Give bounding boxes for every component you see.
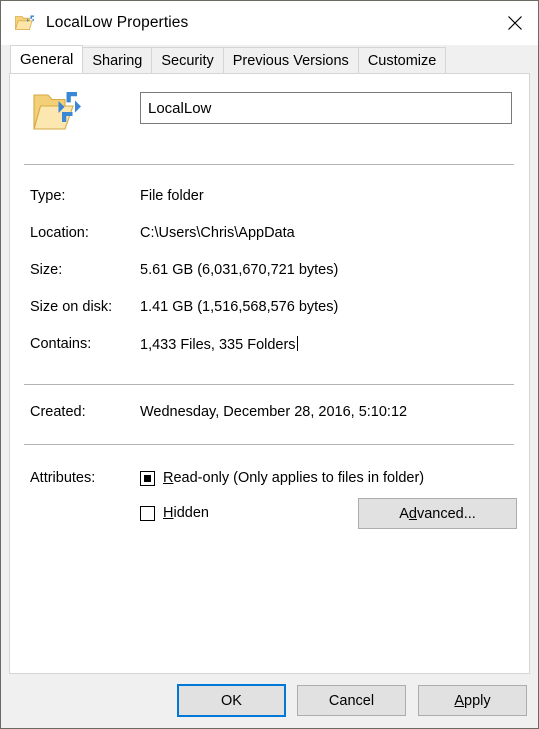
property-label: Size:: [30, 262, 63, 278]
cancel-button[interactable]: Cancel: [297, 685, 406, 716]
advanced-button[interactable]: Advanced...: [358, 498, 517, 529]
general-tab-panel: Type: File folder Location: C:\Users\Chr…: [9, 73, 530, 674]
close-glyph: [508, 16, 522, 30]
apply-button[interactable]: Apply: [418, 685, 527, 716]
accelerator-char: R: [163, 470, 174, 486]
tab-label: General: [20, 51, 74, 68]
tab-sharing[interactable]: Sharing: [82, 47, 153, 73]
property-row-size: Size: 5.61 GB (6,031,670,721 bytes): [10, 262, 529, 284]
separator-2: [24, 384, 514, 385]
label-post: vanced...: [416, 505, 476, 522]
label-rest: pply: [464, 692, 491, 709]
property-value: Wednesday, December 28, 2016, 5:10:12: [140, 404, 408, 420]
readonly-checkbox-label: Read-only (Only applies to files in fold…: [163, 470, 424, 486]
title-bar: LocalLow Properties: [1, 1, 538, 45]
separator-3: [24, 444, 514, 445]
property-row-type: Type: File folder: [10, 188, 529, 210]
accelerator-char: d: [408, 505, 417, 522]
property-row-size-on-disk: Size on disk: 1.41 GB (1,516,568,576 byt…: [10, 299, 529, 321]
label-rest: ead-only (Only applies to files in folde…: [173, 470, 425, 486]
text-caret: [296, 336, 298, 351]
tab-label: Security: [161, 52, 214, 69]
property-label: Type:: [30, 188, 66, 204]
property-value: C:\Users\Chris\AppData: [140, 225, 295, 241]
label-rest: idden: [173, 505, 209, 521]
separator-1: [24, 164, 514, 165]
folder-name-input[interactable]: [140, 92, 512, 124]
cancel-button-label: Cancel: [328, 692, 375, 709]
folder-compressed-icon: [14, 15, 35, 30]
tab-label: Previous Versions: [232, 52, 349, 69]
property-value: File folder: [140, 188, 204, 204]
property-row-created: Created: Wednesday, December 28, 2016, 5…: [10, 404, 529, 426]
folder-compressed-icon: [33, 92, 81, 130]
ok-button-label: OK: [221, 692, 242, 709]
property-label: Created:: [30, 404, 86, 420]
hidden-checkbox-row[interactable]: Hidden: [140, 503, 209, 523]
window-title: LocalLow Properties: [46, 14, 189, 31]
hidden-checkbox[interactable]: [140, 505, 155, 521]
readonly-checkbox[interactable]: [140, 470, 155, 486]
property-label: Location:: [30, 225, 89, 241]
tab-label: Sharing: [92, 52, 143, 69]
tab-general[interactable]: General: [10, 45, 84, 73]
readonly-checkbox-row[interactable]: Read-only (Only applies to files in fold…: [140, 468, 424, 488]
folder-name-row: [10, 86, 529, 144]
property-value-text: 1,433 Files, 335 Folders: [140, 337, 296, 353]
tab-security[interactable]: Security: [151, 47, 224, 73]
attributes-label: Attributes:: [30, 470, 96, 486]
apply-button-label: Apply: [454, 693, 490, 709]
property-value: 5.61 GB (6,031,670,721 bytes): [140, 262, 339, 278]
advanced-button-label: Advanced...: [399, 506, 476, 522]
property-value: 1.41 GB (1,516,568,576 bytes): [140, 299, 339, 315]
property-row-contains: Contains: 1,433 Files, 335 Folders: [10, 336, 529, 358]
property-value: 1,433 Files, 335 Folders: [140, 336, 298, 353]
tab-previous-versions[interactable]: Previous Versions: [222, 47, 359, 73]
property-label: Size on disk:: [30, 299, 113, 315]
tab-label: Customize: [367, 52, 437, 69]
property-label: Contains:: [30, 336, 92, 352]
tab-customize[interactable]: Customize: [357, 47, 447, 73]
properties-dialog: LocalLow Properties General Sharing Secu…: [0, 0, 539, 729]
dialog-footer: OK Cancel Apply: [1, 674, 538, 728]
hidden-checkbox-label: Hidden: [163, 505, 209, 521]
property-row-location: Location: C:\Users\Chris\AppData: [10, 225, 529, 247]
accelerator-char: H: [163, 505, 174, 521]
ok-button[interactable]: OK: [177, 684, 286, 717]
close-icon[interactable]: [492, 1, 538, 45]
tab-strip: General Sharing Security Previous Versio…: [1, 45, 538, 73]
accelerator-char: A: [454, 692, 465, 709]
label-pre: A: [399, 505, 409, 522]
